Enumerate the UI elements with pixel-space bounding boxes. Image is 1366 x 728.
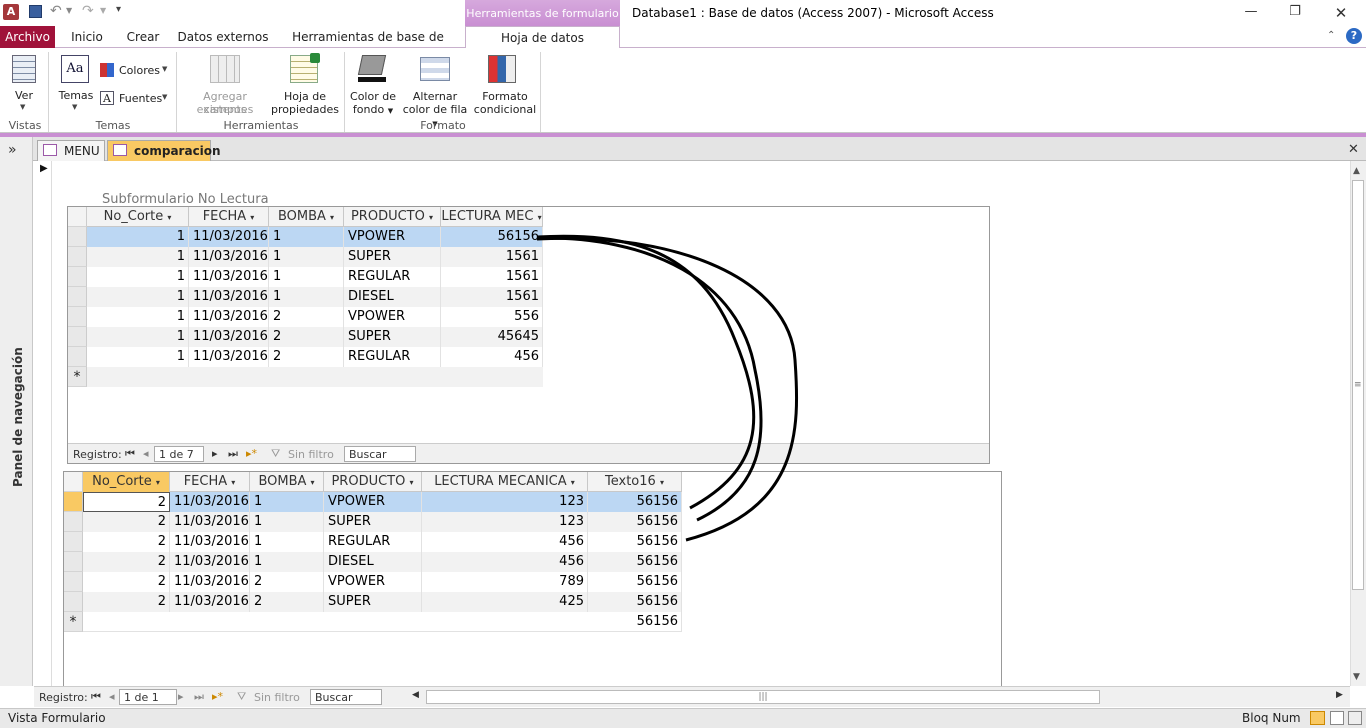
status-view-label: Vista Formulario (8, 711, 106, 725)
registro-label: Registro: (39, 691, 88, 704)
annotation-curve (536, 234, 756, 510)
hscroll-right-icon[interactable]: ▶ (1336, 690, 1343, 700)
layout-view-icon[interactable] (1330, 711, 1344, 725)
record-position-field[interactable]: 1 de 1 (119, 689, 177, 705)
hscroll-left-icon[interactable]: ◀ (412, 690, 419, 700)
next-record-icon[interactable]: ▸ (178, 690, 184, 703)
new-record-icon[interactable]: ▸* (212, 690, 223, 703)
status-num-lock: Bloq Num (1242, 711, 1301, 725)
prev-record-icon[interactable]: ◂ (109, 690, 115, 703)
horizontal-scroll-thumb[interactable]: ||| (426, 690, 1100, 704)
design-view-icon[interactable] (1348, 711, 1362, 725)
annotation-arrows (536, 234, 799, 542)
status-bar: Vista Formulario Bloq Num (0, 708, 1366, 728)
main-record-navigator: Registro: ⏮ ◂ 1 de 1 ▸ ⏭ ▸* ⛛ Sin filtro… (34, 686, 1350, 707)
search-input[interactable]: Buscar (310, 689, 382, 705)
last-record-icon[interactable]: ⏭ (194, 690, 204, 704)
filter-icon[interactable]: ⛛ (237, 690, 246, 704)
form-view-icon[interactable] (1310, 711, 1325, 725)
first-record-icon[interactable]: ⏮ (91, 690, 101, 704)
annotation-curve (536, 236, 763, 522)
sin-filtro-label[interactable]: Sin filtro (254, 691, 300, 704)
